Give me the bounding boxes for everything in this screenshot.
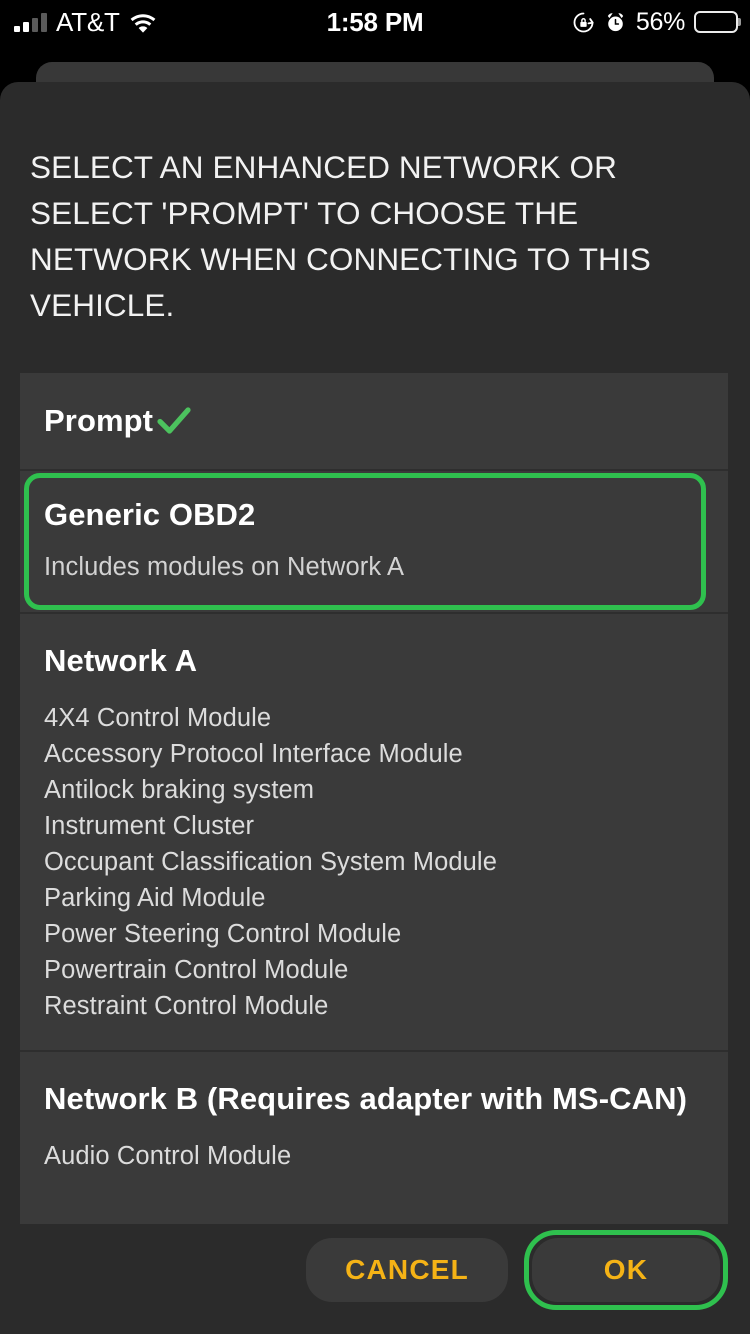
- battery-percent-label: 56%: [635, 7, 685, 36]
- dialog-title: SELECT AN ENHANCED NETWORK OR SELECT 'PR…: [30, 149, 651, 323]
- section-title-network-b: Network B (Requires adapter with MS-CAN): [44, 1081, 688, 1116]
- ok-button[interactable]: OK: [532, 1238, 720, 1302]
- option-subtitle-generic-obd2: Includes modules on Network A: [44, 553, 405, 581]
- option-row-generic-obd2[interactable]: Generic OBD2 Includes modules on Network…: [20, 469, 728, 612]
- list-item: Antilock braking system: [44, 776, 315, 804]
- list-item: Accessory Protocol Interface Module: [44, 740, 463, 768]
- status-bar-right: 56%: [572, 8, 738, 37]
- phone-screen: AT&T 1:58 PM 56% SELECT AN ENHANCED NETW…: [0, 0, 750, 1334]
- list-item: Powertrain Control Module: [44, 956, 349, 984]
- module-list-network-a: 4X4 Control Module Accessory Protocol In…: [44, 700, 704, 1024]
- ok-button-focus-ring: OK: [524, 1230, 728, 1310]
- network-options-list[interactable]: Prompt Generic OBD2 Includes modules on …: [20, 373, 728, 1224]
- option-row-prompt[interactable]: Prompt: [20, 373, 728, 469]
- section-row-network-a[interactable]: Network A 4X4 Control Module Accessory P…: [20, 612, 728, 1050]
- list-item: Parking Aid Module: [44, 884, 266, 912]
- section-row-network-b[interactable]: Network B (Requires adapter with MS-CAN)…: [20, 1050, 728, 1200]
- list-item: Restraint Control Module: [44, 992, 329, 1020]
- option-label-prompt: Prompt: [44, 403, 154, 438]
- focus-highlight-ring: [24, 473, 706, 610]
- section-title-network-a: Network A: [44, 643, 198, 678]
- alarm-clock-icon: [604, 11, 627, 34]
- module-list-network-b: Audio Control Module: [44, 1138, 704, 1174]
- list-item: Occupant Classification System Module: [44, 848, 497, 876]
- cancel-button[interactable]: CANCEL: [306, 1238, 508, 1302]
- option-label-generic-obd2: Generic OBD2: [44, 497, 256, 532]
- status-bar: AT&T 1:58 PM 56%: [0, 0, 750, 44]
- list-item: 4X4 Control Module: [44, 704, 272, 732]
- list-item: Power Steering Control Module: [44, 920, 402, 948]
- list-item: Instrument Cluster: [44, 812, 255, 840]
- rotation-lock-icon: [572, 11, 595, 34]
- list-item: Audio Control Module: [44, 1142, 292, 1170]
- network-selection-dialog: SELECT AN ENHANCED NETWORK OR SELECT 'PR…: [0, 82, 750, 1334]
- battery-icon: [694, 11, 738, 33]
- dialog-footer: CANCEL OK: [0, 1224, 750, 1334]
- checkmark-icon: [153, 400, 195, 442]
